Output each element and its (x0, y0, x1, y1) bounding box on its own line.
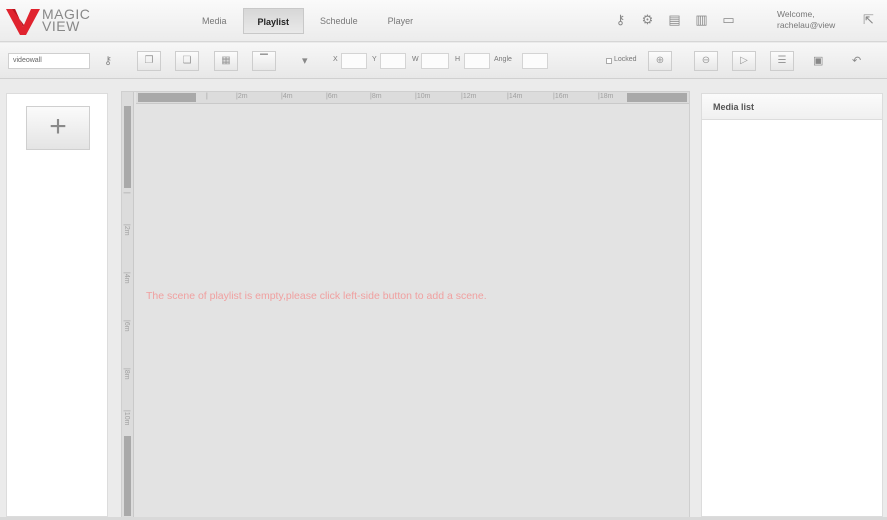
welcome-label: Welcome, (777, 9, 815, 19)
scene-canvas[interactable]: | |2m |4m |6m |8m |10m |12m |14m |16m |1… (121, 91, 690, 519)
settings-icon[interactable]: ⚙ (639, 11, 656, 28)
locked-label: Locked (614, 56, 637, 63)
grid-icon[interactable]: ▦ (214, 51, 238, 71)
welcome-text: Welcome, rachelau@view (777, 9, 835, 31)
ruler-tick: |4m (281, 93, 293, 100)
y-label: Y (372, 56, 377, 63)
copy-icon[interactable]: ❐ (137, 51, 161, 71)
ruler-tick: |14m (507, 93, 523, 100)
ruler-scroll-thumb[interactable] (138, 93, 196, 102)
key-icon[interactable]: ⚷ (612, 11, 629, 28)
ruler-scroll-thumb[interactable] (627, 93, 687, 102)
tab-player[interactable]: Player (374, 8, 428, 34)
header-icon-bar: ⚷ ⚙ ▤ ▥ ▭ (612, 11, 737, 28)
angle-field[interactable] (522, 53, 548, 69)
angle-label: Angle (494, 56, 512, 63)
media-list-title: Media list (702, 94, 882, 120)
scene-list-panel: + (6, 93, 108, 517)
ruler-tick: | (206, 93, 208, 100)
key-icon[interactable]: ⚷ (104, 54, 112, 67)
ruler-tick: |4m (123, 272, 130, 284)
save-icon[interactable]: ▣ (813, 54, 823, 67)
paste-icon[interactable]: ❏ (175, 51, 199, 71)
ruler-tick: | (123, 192, 130, 194)
ruler-tick: |10m (415, 93, 431, 100)
main-nav: Media Playlist Schedule Player (188, 8, 429, 34)
list-icon[interactable]: ☰ (770, 51, 794, 71)
w-label: W (412, 56, 419, 63)
ruler-tick: |2m (123, 224, 130, 236)
magic-view-logo[interactable]: MAGIC VIEW (6, 5, 116, 37)
undo-icon[interactable]: ↶ (852, 54, 861, 67)
media-list-panel: Media list (701, 93, 883, 517)
resolution-select[interactable]: videowall (8, 53, 90, 69)
move-down-icon[interactable]: ▾ (302, 54, 308, 67)
ruler-tick: |16m (553, 93, 569, 100)
w-field[interactable] (421, 53, 449, 69)
vertical-ruler: | |2m |4m |6m |8m |10m (122, 92, 134, 518)
monitor-icon[interactable]: ▭ (720, 11, 737, 28)
logo-mark-icon (6, 9, 40, 35)
play-icon[interactable]: ▷ (732, 51, 756, 71)
ruler-tick: |6m (123, 320, 130, 332)
tab-media[interactable]: Media (188, 8, 241, 34)
zoom-in-icon[interactable]: ⊕ (648, 51, 672, 71)
user-email: rachelau@view (777, 20, 836, 30)
tab-schedule[interactable]: Schedule (306, 8, 372, 34)
ruler-tick: |6m (326, 93, 338, 100)
zoom-out-icon[interactable]: ⊖ (694, 51, 718, 71)
ruler-tick: |18m (598, 93, 614, 100)
h-field[interactable] (464, 53, 490, 69)
horizontal-ruler: | |2m |4m |6m |8m |10m |12m |14m |16m |1… (136, 92, 689, 104)
bar-chart-icon[interactable]: ▥ (693, 11, 710, 28)
h-label: H (455, 56, 461, 63)
app-header: MAGIC VIEW Media Playlist Schedule Playe… (0, 0, 887, 42)
ruler-tick: |12m (461, 93, 477, 100)
ruler-tick: |10m (123, 410, 130, 426)
align-top-icon[interactable]: ▔ (252, 51, 276, 71)
ruler-scroll-thumb[interactable] (124, 106, 131, 188)
tab-playlist[interactable]: Playlist (242, 8, 305, 34)
y-field[interactable] (380, 53, 406, 69)
logout-icon[interactable]: ⇱ (863, 12, 874, 28)
add-scene-button[interactable]: + (26, 106, 90, 150)
locked-checkbox[interactable] (606, 58, 612, 64)
ruler-scroll-thumb[interactable] (124, 436, 131, 516)
ruler-tick: |2m (236, 93, 248, 100)
x-label: X (333, 56, 338, 63)
editor-toolbar: videowall ⚷ ❐ ❏ ▦ ▔ ▾ X Y W H Angle Lock… (0, 43, 887, 79)
clipboard-icon[interactable]: ▤ (666, 11, 683, 28)
x-field[interactable] (341, 53, 367, 69)
ruler-tick: |8m (123, 368, 130, 380)
ruler-tick: |8m (370, 93, 382, 100)
empty-playlist-message: The scene of playlist is empty,please cl… (146, 290, 487, 302)
